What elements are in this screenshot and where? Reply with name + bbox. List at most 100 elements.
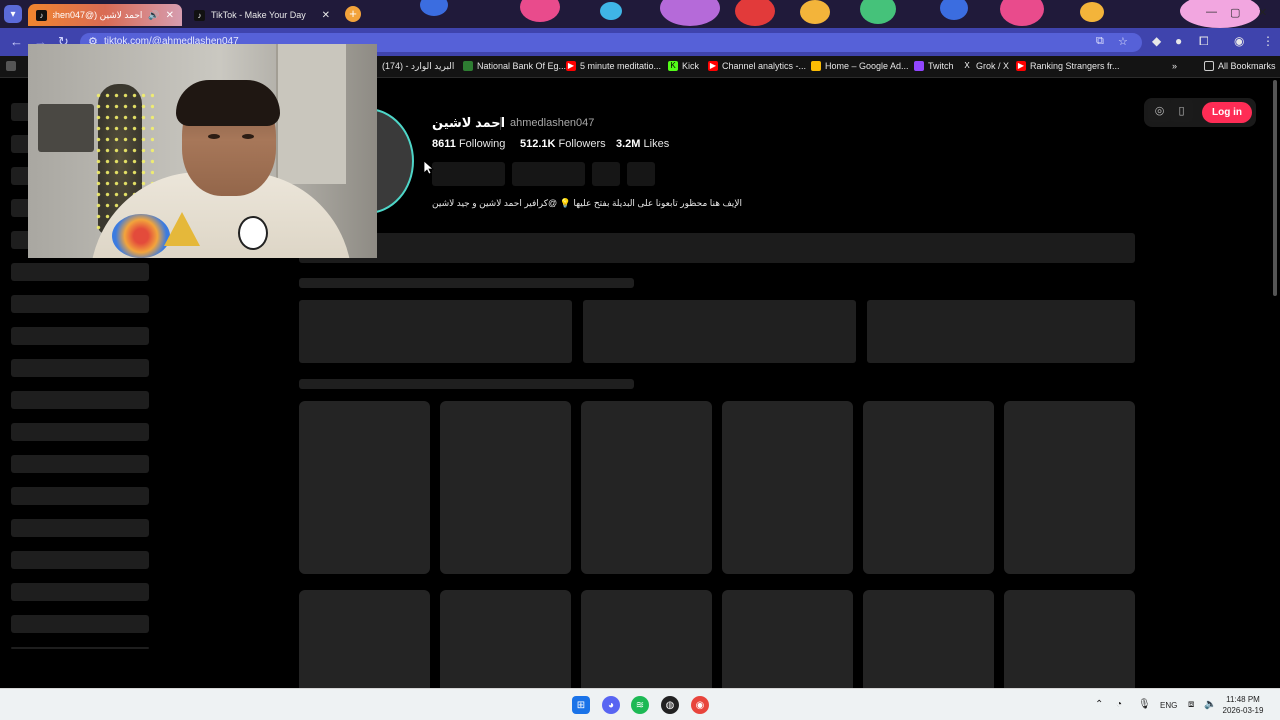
featured-skeleton <box>299 300 572 363</box>
tiktok-icon: ♪ <box>194 9 205 21</box>
close-window-icon[interactable]: ✕ <box>1258 6 1267 19</box>
icon-button-skeleton <box>627 162 655 186</box>
follow-button-skeleton <box>432 162 505 186</box>
theme-decoration <box>1080 2 1104 22</box>
following-label: Following <box>458 138 506 150</box>
bookmark-nbe[interactable]: National Bank Of Eg... <box>463 61 566 71</box>
network-icon[interactable]: ⧈ <box>1188 699 1194 710</box>
sidebar-skeleton <box>11 263 149 281</box>
obs-icon[interactable]: ◍ <box>661 696 679 714</box>
get-app-icon[interactable]: ▯ <box>1170 99 1193 122</box>
discord-icon[interactable]: ◕ <box>602 696 620 714</box>
following-stat[interactable]: 8611 Following <box>432 138 505 150</box>
language-indicator[interactable]: ENG <box>1160 701 1177 710</box>
followers-label: Followers <box>558 138 606 150</box>
bookmark-twitch[interactable]: Twitch <box>914 61 954 71</box>
google-ads-icon <box>811 61 821 71</box>
chrome-icon[interactable]: ◉ <box>691 696 709 714</box>
bookmark-meditation[interactable]: ▶ 5 minute meditatio... <box>566 61 661 71</box>
likes-stat: 3.2M Likes <box>616 138 669 150</box>
video-card-skeleton <box>863 401 994 574</box>
video-card-skeleton <box>440 401 571 574</box>
bank-icon <box>463 61 473 71</box>
video-card-skeleton <box>722 401 853 574</box>
extension-icon[interactable]: ◆ <box>1152 34 1161 48</box>
bookmark-star-icon[interactable]: ☆ <box>1118 35 1128 48</box>
webcam-person-eye <box>242 134 254 139</box>
sidebar-skeleton <box>11 359 149 377</box>
tray-overflow-icon[interactable]: ⌃ <box>1095 699 1103 710</box>
close-tab-icon[interactable]: ✕ <box>322 10 330 21</box>
tab-label: TikTok - Make Your Day <box>211 10 306 20</box>
page-scrollbar[interactable] <box>1273 80 1277 296</box>
bookmark-label: البريد الوارد - (174) <box>382 61 455 71</box>
video-card-skeleton <box>440 590 571 688</box>
sidebar-skeleton <box>11 327 149 345</box>
featured-skeleton <box>583 300 856 363</box>
cursor-arrow-icon <box>423 160 435 175</box>
screen: ▾ ♪ احمد لاشين (@ahmedlashen047 🔊 ✕ ♪ Ti… <box>0 0 1280 720</box>
section-title-skeleton <box>299 379 634 389</box>
followers-stat[interactable]: 512.1K Followers <box>520 138 606 150</box>
bookmark-channel-analytics[interactable]: ▶ Channel analytics -... <box>708 61 806 71</box>
twitch-icon <box>914 61 924 71</box>
kick-icon: K <box>668 61 678 71</box>
followers-count: 512.1K <box>520 138 556 150</box>
webcam-overlay <box>28 44 377 258</box>
bookmark-ranking-strangers[interactable]: ▶ Ranking Strangers fr... <box>1016 61 1120 71</box>
divider <box>500 117 501 130</box>
sidebar-skeleton <box>11 615 149 633</box>
video-card-skeleton <box>581 590 712 688</box>
install-app-icon[interactable]: ⧉ <box>1096 35 1104 48</box>
back-icon[interactable]: ← <box>10 34 23 49</box>
webcam-person-hair <box>176 80 280 126</box>
coin-icon[interactable]: ◎ <box>1148 99 1171 122</box>
sidebar-skeleton <box>11 519 149 537</box>
all-bookmarks-label: All Bookmarks <box>1218 61 1276 71</box>
webcam-hoodie-skull-patch <box>238 216 268 250</box>
video-card-skeleton <box>1004 401 1135 574</box>
new-tab-button[interactable]: + <box>345 6 361 22</box>
audio-icon[interactable]: 🔊 <box>148 10 159 21</box>
x-icon: X <box>964 61 970 70</box>
theme-decoration <box>1000 0 1044 26</box>
windows-start-icon[interactable]: ⊞ <box>572 696 590 714</box>
apps-icon[interactable] <box>6 61 16 71</box>
theme-decoration <box>420 0 448 16</box>
minimize-icon[interactable]: — <box>1206 6 1217 18</box>
icon-button-skeleton <box>592 162 620 186</box>
all-bookmarks[interactable]: All Bookmarks <box>1204 61 1276 71</box>
tab-tiktok-profile[interactable]: ♪ احمد لاشين (@ahmedlashen047 🔊 ✕ <box>28 4 182 26</box>
bookmark-google-ads[interactable]: Home – Google Ad... <box>811 61 909 71</box>
likes-count: 3.2M <box>616 138 641 150</box>
spotify-icon[interactable]: ≋ <box>631 696 649 714</box>
volume-icon[interactable]: 🔈 <box>1204 699 1216 710</box>
bookmark-grok[interactable]: X Grok / X <box>962 61 1009 71</box>
profile-avatar-icon[interactable]: ◉ <box>1234 34 1244 48</box>
tab-tiktok-home[interactable]: ♪ TikTok - Make Your Day ✕ <box>186 4 338 26</box>
sidebar-skeleton <box>11 551 149 569</box>
more-menu-icon[interactable]: ⋮ <box>1262 34 1274 48</box>
chevron-down-icon: ▾ <box>10 8 16 20</box>
webcam-door <box>276 44 346 184</box>
tab-search-button[interactable]: ▾ <box>4 5 22 23</box>
sidebar-skeleton <box>11 391 149 409</box>
taskbar-clock[interactable]: 11:48 PM 2026-03-19 <box>1218 694 1268 716</box>
maximize-icon[interactable]: ▢ <box>1230 6 1240 19</box>
bookmark-inbox[interactable]: البريد الوارد - (174) <box>382 61 454 72</box>
tray-app-icon[interactable]: ◔ <box>1116 699 1122 710</box>
clock-date: 2026-03-19 <box>1222 706 1264 715</box>
folder-icon <box>1204 61 1214 71</box>
video-card-skeleton <box>863 590 994 688</box>
microphone-icon[interactable]: 🎙 <box>1138 699 1151 710</box>
bookmark-label: Ranking Strangers fr... <box>1030 61 1120 71</box>
theme-decoration <box>600 2 622 20</box>
extensions-puzzle-icon[interactable]: ⧠ <box>1199 34 1209 49</box>
close-tab-icon[interactable]: ✕ <box>166 10 174 21</box>
bookmark-kick[interactable]: K Kick <box>668 61 699 71</box>
bookmarks-overflow-icon[interactable]: » <box>1172 61 1177 71</box>
tiktok-icon: ♪ <box>36 9 47 21</box>
login-button[interactable]: Log in <box>1202 102 1252 123</box>
sidebar-skeleton <box>11 487 149 505</box>
extension-icon[interactable]: ● <box>1175 34 1182 48</box>
